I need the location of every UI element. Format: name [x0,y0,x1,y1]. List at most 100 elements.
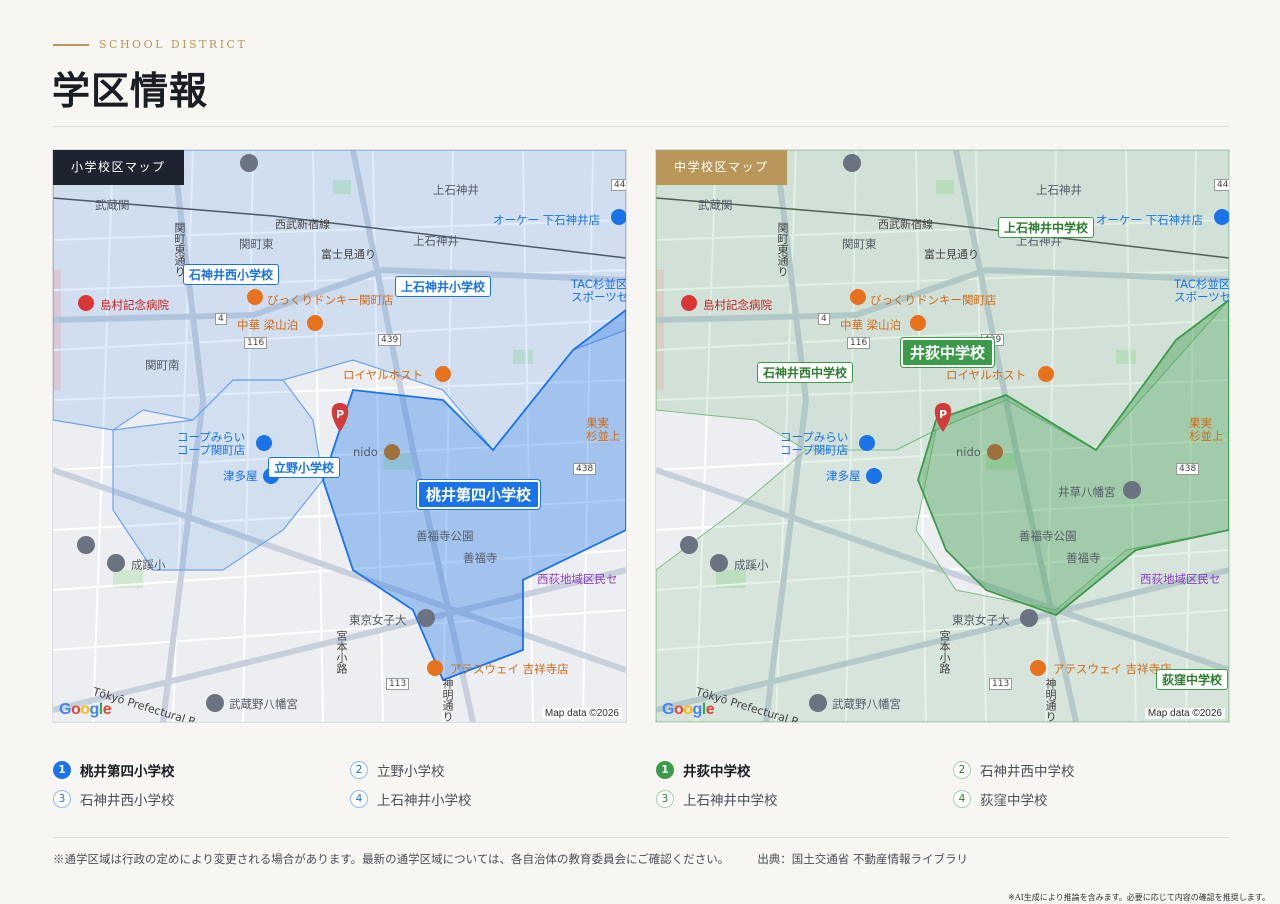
section-eyebrow: SCHOOL DISTRICT [53,38,247,51]
map-label: 武蔵野八幡宮 [832,697,901,711]
district-change-note: ※通学区域は行政の定めにより変更される場合があります。最新の通学区域については、… [53,852,730,866]
legend-number: 4 [350,790,368,808]
legend-item[interactable]: 2 立野小学校 [350,760,445,780]
legend-item[interactable]: 2 石神井西中学校 [953,760,1075,780]
map-label: オーケー 下石神井店 [493,213,601,227]
map-label: 東京女子大 [952,613,1010,627]
google-logo: Google [59,701,112,718]
svg-text:P: P [336,408,344,421]
map-label: 武蔵野八幡宮 [229,697,298,711]
map-label: 関町東 [239,237,274,251]
junior-high-school-district-map[interactable]: P 中学校区マップ 上石神井 武蔵関 西武新宿線 オーケー 下石神井店 関町東 … [655,149,1230,723]
map-label: 津多屋 [826,469,861,483]
route-shield: 438 [1176,463,1200,475]
elementary-school-district-map[interactable]: P 小学校区マップ 上石神井 武蔵関 西武新宿線 オーケー 下石神井店 関町東 … [52,149,627,723]
map-label: TAC杉並区 スポーツセ [1174,277,1229,304]
elementary-map-tag: 小学校区マップ [53,150,184,185]
map-label: 武蔵関 [698,198,733,212]
map-label: 武蔵関 [95,198,130,212]
svg-text:P: P [939,408,947,421]
map-label: 井草八幡宮 [1058,485,1116,499]
legend-item[interactable]: 3 石神井西小学校 [53,789,175,809]
route-shield: 444 [1214,179,1229,191]
map-label: 西荻地域区民セ [1140,572,1221,586]
eyebrow-text: SCHOOL DISTRICT [99,38,248,51]
map-label: 宮本小路 [938,630,951,674]
map-label: 上石神井 [413,234,459,248]
map-label: TAC杉並区 スポーツセ [571,277,626,304]
legend-item[interactable]: 1 桃井第四小学校 [53,760,175,780]
legend-item[interactable]: 4 荻窪中学校 [953,789,1048,809]
legend-number: 3 [656,790,674,808]
divider-top [53,126,1230,127]
data-source: 出典：国土交通省 不動産情報ライブラリ [757,852,968,866]
map-label: 善福寺 [1066,551,1101,565]
footer-note: ※通学区域は行政の定めにより変更される場合があります。最新の通学区域については、… [53,851,968,867]
map-label: 神明通り [441,678,454,722]
divider-bottom [53,837,1230,838]
legend-school-name: 荻窪中学校 [980,793,1048,809]
school-label-tateno-elementary[interactable]: 立野小学校 [268,457,341,478]
legend-school-name: 立野小学校 [377,764,445,780]
legend-school-name: 桃井第四小学校 [80,764,175,780]
school-label-kamishakujii-elementary[interactable]: 上石神井小学校 [395,276,492,297]
legend-school-name: 上石神井中学校 [683,793,778,809]
map-label: 善福寺 [463,551,498,565]
map-label: 中華 梁山泊 [840,318,902,332]
legend-item[interactable]: 1 井荻中学校 [656,760,751,780]
map-label: 島村記念病院 [703,298,772,312]
eyebrow-rule [53,43,89,46]
school-label-ogikubo-junior[interactable]: 荻窪中学校 [1156,669,1229,690]
map-label: 果実 杉並上 [586,416,621,443]
legend-item[interactable]: 4 上石神井小学校 [350,789,472,809]
route-shield: 113 [386,678,410,690]
map-label: ロイヤルホスト [343,368,424,382]
map-attribution: Map data ©2026 [1144,708,1225,719]
legend-school-name: 井荻中学校 [683,764,751,780]
school-label-iogi-junior[interactable]: 井荻中学校 [901,338,995,367]
legend-number: 2 [953,761,971,779]
map-label: 西武新宿線 [275,218,330,231]
map-attribution: Map data ©2026 [541,708,622,719]
google-logo: Google [662,701,715,718]
junior-legend: 1 井荻中学校 2 石神井西中学校 3 上石神井中学校 4 荻窪中学校 [656,760,1256,820]
route-shield: 4 [215,313,227,325]
legend-number: 3 [53,790,71,808]
map-label: 上石神井 [433,183,479,197]
map-label: コープみらい コープ関町店 [780,430,849,457]
map-label: 成蹊小 [734,558,769,572]
map-label: 島村記念病院 [100,298,169,312]
map-label: 果実 杉並上 [1189,416,1224,443]
map-label: nido [956,445,981,459]
route-shield: 438 [573,463,597,475]
legend-school-name: 石神井西小学校 [80,793,175,809]
map-label: 富士見通り [321,248,376,261]
map-label: 善福寺公園 [1019,529,1077,543]
legend-number: 2 [350,761,368,779]
legend-item[interactable]: 3 上石神井中学校 [656,789,778,809]
map-label: 善福寺公園 [416,529,474,543]
route-shield: 439 [378,334,402,346]
ai-disclaimer: ※AI生成により推論を含みます。必要に応じて内容の確認を推奨します。 [1008,893,1270,902]
route-shield: 4 [818,313,830,325]
map-label: アテスウェイ 吉祥寺店 [450,662,569,676]
school-label-kamishakujii-junior[interactable]: 上石神井中学校 [998,217,1095,238]
map-label: 富士見通り [924,248,979,261]
map-label: 上石神井 [1036,183,1082,197]
map-label: コープみらい コープ関町店 [177,430,246,457]
map-label: オーケー 下石神井店 [1096,213,1204,227]
legend-number: 1 [53,761,71,779]
map-label: 神明通り [1044,678,1057,722]
school-label-ishigamii-nishi-junior[interactable]: 石神井西中学校 [757,362,854,383]
school-label-ishigamii-nishi-elementary[interactable]: 石神井西小学校 [183,264,280,285]
map-label: 東京女子大 [349,613,407,627]
map-label: 中華 梁山泊 [237,318,299,332]
junior-map-tag: 中学校区マップ [656,150,787,185]
school-label-momoi-4-elementary[interactable]: 桃井第四小学校 [417,480,541,509]
map-label: 西武新宿線 [878,218,933,231]
map-label: nido [353,445,378,459]
map-label: 関町東 [842,237,877,251]
route-shield: 116 [244,337,268,349]
map-label: びっくりドンキー関町店 [267,293,394,307]
legend-school-name: 石神井西中学校 [980,764,1075,780]
